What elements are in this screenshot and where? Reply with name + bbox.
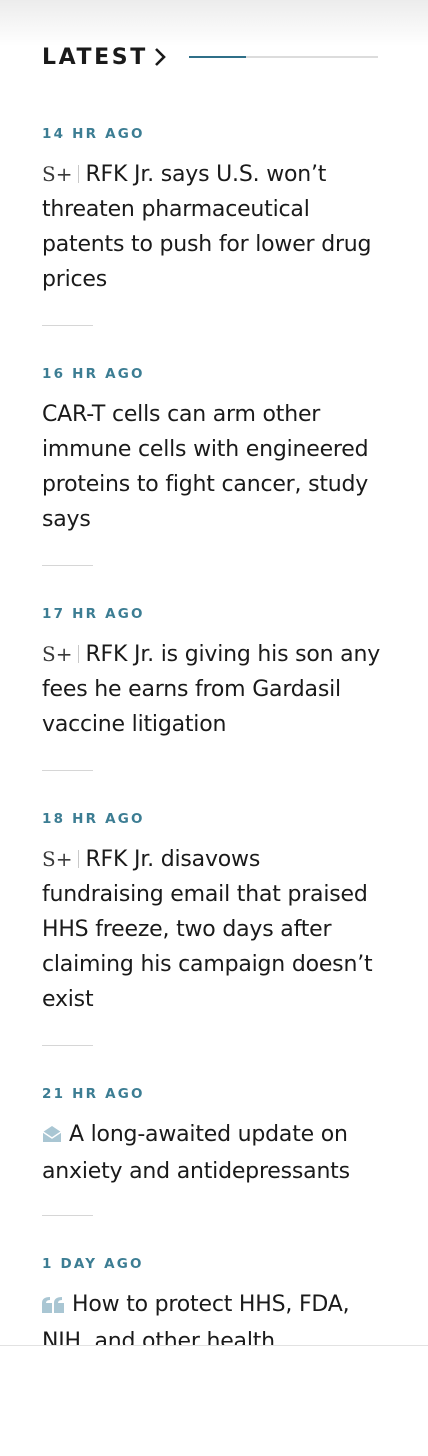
story-item[interactable]: 1 DAY AGO How to protect HHS, FDA, NIH, … [42, 1255, 382, 1345]
story-headline[interactable]: How to protect HHS, FDA, NIH, and other … [42, 1287, 382, 1345]
stat-plus-badge: S+ [42, 157, 80, 192]
newsletter-envelope-icon [42, 1119, 62, 1154]
story-headline[interactable]: S+ RFK Jr. is giving his son any fees he … [42, 637, 382, 742]
story-item[interactable]: 17 HR AGO S+ RFK Jr. is giving his son an… [42, 605, 382, 742]
story-divider [42, 770, 93, 771]
story-headline[interactable]: S+ RFK Jr. says U.S. won’t threaten pharm… [42, 157, 382, 297]
story-divider [42, 1215, 93, 1216]
story-item[interactable]: 21 HR AGO A long-awaited update on anxie… [42, 1085, 382, 1189]
bottom-bar [0, 1345, 428, 1456]
top-shadow [0, 0, 428, 46]
story-timestamp: 1 DAY AGO [42, 1256, 144, 1272]
story-divider [42, 1045, 93, 1046]
story-divider [42, 565, 93, 566]
stat-plus-badge: S+ [42, 637, 80, 672]
latest-header[interactable]: LATEST [42, 42, 378, 72]
story-headline[interactable]: CAR-T cells can arm other immune cells w… [42, 397, 382, 537]
chevron-right-icon[interactable] [152, 47, 168, 67]
opinion-quote-icon [42, 1289, 65, 1324]
story-timestamp: 18 HR AGO [42, 811, 145, 827]
section-title[interactable]: LATEST [42, 45, 148, 70]
story-headline[interactable]: A long-awaited update on anxiety and ant… [42, 1117, 382, 1189]
stat-plus-badge: S+ [42, 842, 80, 877]
story-item[interactable]: 16 HR AGO CAR-T cells can arm other immu… [42, 365, 382, 537]
story-timestamp: 21 HR AGO [42, 1086, 145, 1102]
story-item[interactable]: 18 HR AGO S+ RFK Jr. disavows fundraising… [42, 810, 382, 1017]
story-timestamp: 14 HR AGO [42, 126, 145, 142]
story-headline[interactable]: S+ RFK Jr. disavows fundraising email tha… [42, 842, 382, 1017]
carousel-progress-fill [189, 56, 246, 58]
story-timestamp: 16 HR AGO [42, 366, 145, 382]
story-divider [42, 325, 93, 326]
carousel-progress-track [189, 56, 378, 58]
story-timestamp: 17 HR AGO [42, 606, 145, 622]
story-item[interactable]: 14 HR AGO S+ RFK Jr. says U.S. won’t thre… [42, 125, 382, 297]
latest-feed[interactable]: LATEST 14 HR AGO S+ RFK Jr. says U.S. won… [0, 0, 428, 1345]
